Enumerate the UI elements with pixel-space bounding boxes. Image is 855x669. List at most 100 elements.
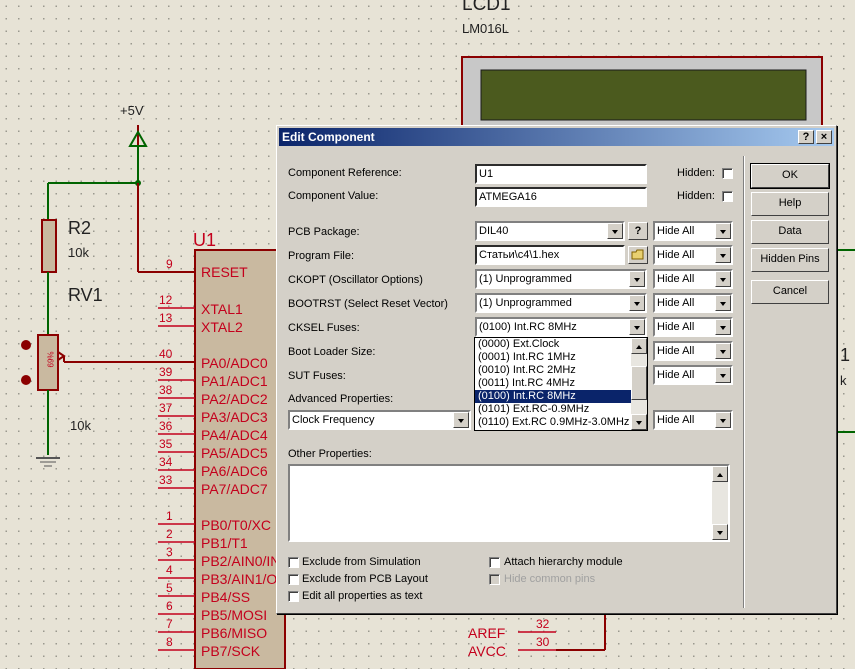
other-properties-textarea[interactable] (288, 464, 730, 542)
pin-number: 36 (159, 419, 173, 433)
visibility-value: Hide All (657, 297, 695, 309)
chevron-down-icon[interactable] (629, 295, 645, 311)
rv1-percent: 69% (46, 351, 56, 368)
cksel-value: (0100) Int.RC 8MHz (479, 321, 577, 333)
sut-label: SUT Fuses: (288, 370, 346, 382)
dropdown-option[interactable]: (0111) Ext.RC 3.0MHz-8.0MHz (475, 429, 631, 430)
program-file-input[interactable]: Статьи\c4\1.hex (475, 245, 625, 265)
pin-name: PA1/ADC1 (201, 373, 268, 389)
pcb-package-select[interactable]: DIL40 (475, 221, 625, 241)
chevron-down-icon[interactable] (629, 319, 645, 335)
attach-hierarchy-checkbox[interactable] (489, 557, 500, 568)
bootrst-visibility-select[interactable]: Hide All (653, 293, 733, 313)
scroll-down-button[interactable] (712, 524, 728, 540)
pcb-package-label: PCB Package: (288, 226, 360, 238)
help-title-button[interactable]: ? (798, 130, 814, 144)
pin-number: 12 (159, 293, 173, 307)
boot-loader-label: Boot Loader Size: (288, 346, 376, 358)
dialog-title: Edit Component (282, 130, 375, 144)
cksel-select[interactable]: (0100) Int.RC 8MHz (475, 317, 647, 337)
dropdown-scrollbar[interactable] (631, 338, 647, 430)
advanced-properties-select[interactable]: Clock Frequency (288, 410, 471, 430)
bootrst-label: BOOTRST (Select Reset Vector) (288, 298, 448, 310)
component-value-input[interactable]: ATMEGA16 (475, 187, 647, 207)
pcb-package-value: DIL40 (479, 225, 509, 237)
browse-folder-button[interactable] (628, 246, 648, 264)
chevron-down-icon[interactable] (629, 271, 645, 287)
exclude-simulation-checkbox[interactable] (288, 557, 299, 568)
bootrst-select[interactable]: (1) Unprogrammed (475, 293, 647, 313)
pin-number: 5 (166, 581, 173, 595)
dropdown-option[interactable]: (0100) Int.RC 8MHz (475, 390, 631, 403)
pin-number: 9 (166, 257, 173, 271)
hide-common-pins-label: Hide common pins (504, 573, 596, 585)
pin-name: PA0/ADC0 (201, 355, 268, 371)
pcb-package-visibility-select[interactable]: Hide All (653, 221, 733, 241)
chevron-down-icon[interactable] (715, 271, 731, 287)
edit-all-text-label: Edit all properties as text (302, 590, 423, 602)
textarea-scrollbar[interactable] (712, 466, 728, 540)
pin-name: PB3/AIN1/O (201, 571, 278, 587)
advanced-visibility-select[interactable]: Hide All (653, 410, 733, 430)
chevron-down-icon[interactable] (715, 412, 731, 428)
bootrst-value: (1) Unprogrammed (479, 297, 572, 309)
pin-name: PA3/ADC3 (201, 409, 268, 425)
other-properties-label: Other Properties: (288, 448, 372, 460)
pin-name: PA6/ADC6 (201, 463, 268, 479)
edit-all-text-checkbox[interactable] (288, 591, 299, 602)
chevron-down-icon[interactable] (715, 247, 731, 263)
program-file-visibility-select[interactable]: Hide All (653, 245, 733, 265)
close-button[interactable]: × (816, 130, 832, 144)
hidden-reference-checkbox[interactable] (722, 168, 733, 179)
scroll-down-button[interactable] (631, 414, 647, 430)
ckopt-select[interactable]: (1) Unprogrammed (475, 269, 647, 289)
cksel-dropdown-list[interactable]: (0000) Ext.Clock (0001) Int.RC 1MHz (0010)… (474, 337, 648, 431)
chevron-down-icon[interactable] (715, 295, 731, 311)
hidden-pins-button[interactable]: Hidden Pins (751, 248, 829, 272)
pin-number: 33 (159, 473, 173, 487)
pin-number: 6 (166, 599, 173, 613)
dropdown-option[interactable]: (0110) Ext.RC 0.9MHz-3.0MHz (475, 416, 631, 429)
chevron-down-icon[interactable] (715, 367, 731, 383)
dropdown-option[interactable]: (0000) Ext.Clock (475, 338, 631, 351)
chevron-down-icon[interactable] (715, 319, 731, 335)
hidden-value-checkbox[interactable] (722, 191, 733, 202)
dialog-titlebar[interactable]: Edit Component ? × (279, 128, 834, 146)
pin-number: 1 (166, 509, 173, 523)
pin-number: 37 (159, 401, 173, 415)
help-button[interactable]: Help (751, 192, 829, 216)
exclude-pcb-checkbox[interactable] (288, 574, 299, 585)
r2-name: R2 (68, 218, 92, 238)
chevron-down-icon[interactable] (453, 412, 469, 428)
sut-visibility-select[interactable]: Hide All (653, 365, 733, 385)
lcd-model: LM016L (462, 21, 509, 36)
cancel-button[interactable]: Cancel (751, 280, 829, 304)
visibility-value: Hide All (657, 345, 695, 357)
dropdown-option[interactable]: (0011) Int.RC 4MHz (475, 377, 631, 390)
data-button[interactable]: Data (751, 220, 829, 244)
ckopt-label: CKOPT (Oscillator Options) (288, 274, 423, 286)
pcb-package-help-button[interactable]: ? (628, 222, 648, 240)
dropdown-option[interactable]: (0101) Ext.RC-0.9MHz (475, 403, 631, 416)
boot-loader-visibility-select[interactable]: Hide All (653, 341, 733, 361)
cksel-visibility-select[interactable]: Hide All (653, 317, 733, 337)
exclude-pcb-label: Exclude from PCB Layout (302, 573, 428, 585)
pin-number: 3 (166, 545, 173, 559)
chevron-down-icon[interactable] (715, 223, 731, 239)
ok-button[interactable]: OK (750, 163, 830, 189)
chevron-down-icon[interactable] (715, 343, 731, 359)
hidden-label: Hidden: (677, 190, 715, 202)
pin-name: PB0/T0/XC (201, 517, 272, 533)
visibility-value: Hide All (657, 414, 695, 426)
dropdown-option[interactable]: (0001) Int.RC 1MHz (475, 351, 631, 364)
pin-name: PA7/ADC7 (201, 481, 268, 497)
scroll-thumb[interactable] (631, 366, 647, 400)
chevron-down-icon[interactable] (607, 223, 623, 239)
ckopt-visibility-select[interactable]: Hide All (653, 269, 733, 289)
pin-name: PB1/T1 (201, 535, 248, 551)
dropdown-option[interactable]: (0010) Int.RC 2MHz (475, 364, 631, 377)
component-reference-input[interactable]: U1 (475, 164, 647, 184)
visibility-value: Hide All (657, 369, 695, 381)
scroll-up-button[interactable] (712, 466, 728, 482)
scroll-up-button[interactable] (631, 338, 647, 354)
